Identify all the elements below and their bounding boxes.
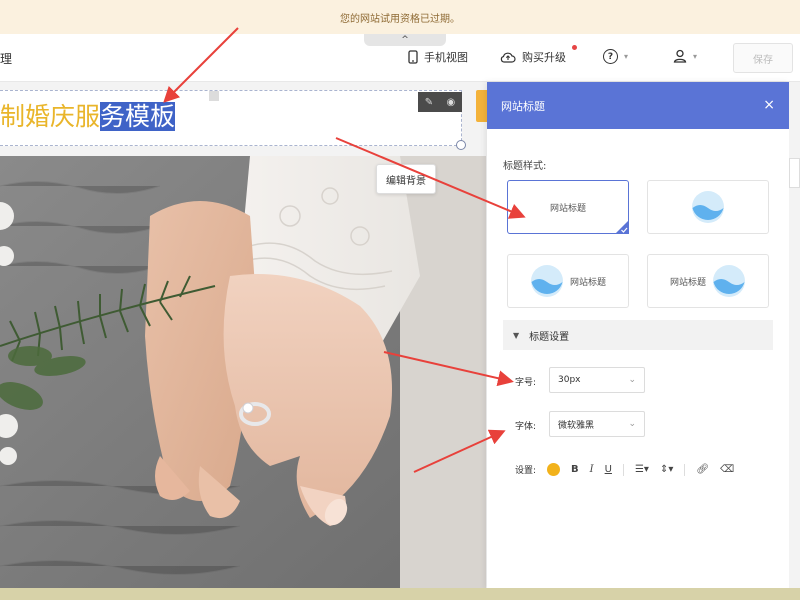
edit-background-button[interactable]: 编辑背景 bbox=[376, 164, 436, 194]
module-mini-toolbar: ✎ ◉ bbox=[418, 92, 462, 112]
resize-handle[interactable] bbox=[456, 140, 466, 150]
line-spacing-icon[interactable]: ⇕▾ bbox=[660, 464, 673, 475]
phone-icon bbox=[408, 50, 418, 64]
toolbar-left-fragment[interactable]: 理 bbox=[0, 50, 12, 67]
format-label: 设置: bbox=[515, 466, 537, 476]
check-icon bbox=[615, 220, 629, 234]
wave-logo-icon bbox=[692, 191, 724, 223]
style-option-label: 网站标题 bbox=[669, 277, 706, 288]
text-color-swatch[interactable] bbox=[547, 463, 561, 476]
style-option-label: 网站标题 bbox=[549, 203, 586, 214]
font-family-select[interactable]: 微软雅黑 ⌄ bbox=[549, 411, 645, 437]
editor-root: 您的网站试用资格已过期。 理 手机视图 购买升级 ? ▾ ▾ 保存 ^ 制婚庆服… bbox=[0, 0, 800, 600]
title-text-selected: 务模板 bbox=[100, 102, 176, 131]
style-option-label: 网站标题 bbox=[569, 277, 606, 288]
align-icon[interactable]: ☰▾ bbox=[635, 464, 649, 475]
divider bbox=[622, 463, 624, 476]
font-size-value: 30px bbox=[558, 375, 581, 385]
chevron-down-icon: ⌄ bbox=[628, 419, 636, 429]
title-settings-header[interactable]: ▼ 标题设置 bbox=[503, 320, 773, 350]
save-button[interactable]: 保存 bbox=[733, 43, 793, 73]
notification-dot bbox=[572, 45, 577, 50]
collapse-toggle[interactable]: ^ bbox=[364, 34, 446, 46]
font-family-value: 微软雅黑 bbox=[558, 420, 595, 431]
chevron-down-icon: ▾ bbox=[624, 52, 629, 61]
divider bbox=[684, 463, 686, 476]
mobile-view-label: 手机视图 bbox=[424, 51, 468, 64]
taskbar-strip bbox=[0, 588, 800, 600]
format-toolbar: 设置: B I U ☰▾ ⇕▾ 🔗︎ ⌫ bbox=[515, 463, 734, 476]
panel-title: 网站标题 bbox=[501, 99, 545, 113]
panel-header: 网站标题 × bbox=[487, 82, 789, 129]
mobile-view-button[interactable]: 手机视图 bbox=[408, 49, 468, 65]
chevron-down-icon: ⌄ bbox=[628, 375, 636, 385]
bold-button[interactable]: B bbox=[571, 464, 579, 475]
help-menu[interactable]: ? ▾ bbox=[603, 49, 628, 64]
user-menu[interactable]: ▾ bbox=[673, 49, 697, 63]
title-style-option-1[interactable]: 网站标题 bbox=[507, 180, 629, 234]
font-family-label: 字体: bbox=[515, 422, 537, 432]
italic-button[interactable]: I bbox=[590, 464, 594, 475]
cloud-upload-icon bbox=[500, 52, 516, 63]
caret-down-icon: ▼ bbox=[513, 330, 520, 340]
font-size-label: 字号: bbox=[515, 378, 537, 388]
background-photo bbox=[0, 156, 486, 590]
link-icon[interactable]: 🔗︎ bbox=[696, 464, 709, 475]
wave-logo-icon bbox=[530, 265, 563, 297]
font-size-select[interactable]: 30px ⌄ bbox=[549, 367, 645, 393]
title-style-label: 标题样式: bbox=[503, 161, 547, 172]
eye-icon[interactable]: ◉ bbox=[447, 97, 456, 108]
title-style-option-2[interactable] bbox=[647, 180, 769, 234]
title-style-option-3[interactable]: 网站标题 bbox=[507, 254, 629, 308]
trial-expired-notice: 您的网站试用资格已过期。 bbox=[0, 0, 800, 34]
title-text-unselected: 制婚庆服 bbox=[0, 102, 101, 131]
title-style-option-4[interactable]: 网站标题 bbox=[647, 254, 769, 308]
help-icon: ? bbox=[603, 49, 618, 64]
site-title-text[interactable]: 制婚庆服务模板 bbox=[0, 100, 176, 134]
close-icon[interactable]: × bbox=[763, 96, 775, 114]
underline-button[interactable]: U bbox=[605, 464, 612, 475]
notice-text: 您的网站试用资格已过期。 bbox=[340, 13, 460, 25]
user-icon bbox=[673, 49, 687, 63]
chevron-down-icon: ▾ bbox=[693, 51, 698, 61]
wedding-hands-image bbox=[0, 156, 486, 590]
right-card-edge bbox=[789, 158, 800, 188]
drag-handle[interactable] bbox=[209, 91, 219, 101]
wave-logo-icon bbox=[713, 265, 745, 297]
eraser-icon[interactable]: ⌫ bbox=[720, 464, 734, 475]
upgrade-label: 购买升级 bbox=[522, 51, 566, 64]
upgrade-button[interactable]: 购买升级 bbox=[500, 49, 566, 65]
title-settings-label: 标题设置 bbox=[529, 331, 570, 343]
pencil-icon[interactable]: ✎ bbox=[425, 97, 433, 108]
title-settings-panel: 网站标题 × 标题样式: 网站标题 网站标题 网站标题 ▼ 标题设置 字号: 3… bbox=[487, 82, 789, 590]
